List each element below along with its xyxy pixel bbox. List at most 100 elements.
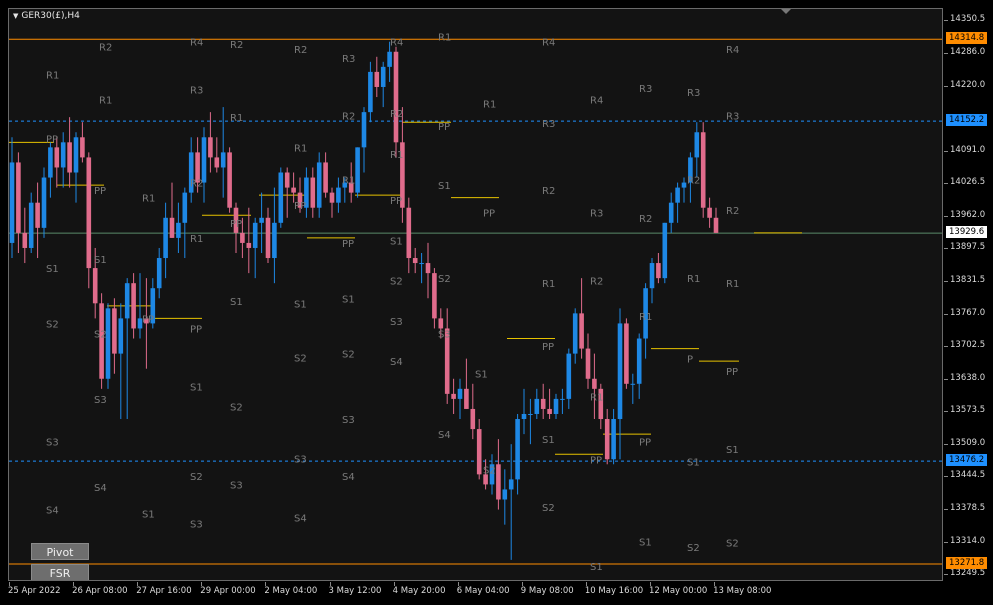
- candle-body: [617, 323, 623, 420]
- candle-body: [585, 348, 591, 379]
- pivot-level-label: S3: [390, 317, 403, 328]
- time-tick-label: 29 Apr 00:00: [200, 586, 256, 596]
- candle-body: [284, 172, 290, 188]
- price-tick-label: 14286.0: [950, 46, 986, 57]
- pivot-level-label: R4: [390, 38, 403, 49]
- pivot-level-label: R1: [190, 234, 203, 245]
- pivot-level-label: S4: [94, 483, 107, 494]
- pivot-level-label: R4: [590, 96, 603, 107]
- candle-body: [323, 162, 328, 193]
- pivot-level-label: S1: [726, 445, 739, 456]
- time-axis[interactable]: 25 Apr 2022 26 Apr 08:00 27 Apr 16:00 29 Ap…: [8, 582, 943, 602]
- pivot-level-label: S2: [46, 319, 59, 330]
- pivot-level-label: R3: [726, 112, 739, 123]
- pivot-level-label: PP: [94, 186, 106, 197]
- pivot-level-label: R1: [342, 176, 355, 187]
- price-axis[interactable]: 14350.5 14286.0 14220.0 14091.0 14026.5 13962…: [944, 8, 993, 581]
- candle-body: [28, 202, 34, 248]
- pivot-level-label: S1: [142, 510, 155, 521]
- pivot-level-label: R2: [687, 176, 700, 187]
- pivot-level-label: S2: [542, 503, 555, 514]
- pivot-level-label: R2: [190, 179, 203, 190]
- candle-body: [265, 217, 271, 259]
- pivot-level-label: S1: [438, 181, 451, 192]
- triangle-down-icon[interactable]: ▼: [13, 12, 18, 20]
- price-marker-tag: 13271.8: [946, 557, 987, 569]
- candle-body: [438, 318, 444, 329]
- candle-body: [246, 242, 252, 248]
- pivot-level-label: R3: [639, 84, 652, 95]
- price-tick-label: 13638.0: [950, 372, 986, 383]
- pivot-level-label: R4: [190, 38, 203, 49]
- pivot-level-label: R2: [230, 40, 243, 51]
- candle-body: [624, 323, 629, 384]
- candle-body: [412, 258, 418, 264]
- candle-body: [316, 162, 322, 208]
- pivot-level-label: S2: [294, 354, 307, 365]
- pivot-level-label: S4: [294, 514, 307, 525]
- pivot-button[interactable]: Pivot: [31, 543, 89, 560]
- candle-body: [310, 177, 316, 208]
- candle-body: [9, 162, 15, 243]
- candle-body: [182, 192, 188, 223]
- pivot-level-label: S3: [438, 329, 451, 340]
- pivot-level-label: S1: [230, 297, 243, 308]
- candle-body: [374, 71, 380, 87]
- candle-body: [579, 313, 584, 349]
- pivot-level-label: S1: [475, 370, 488, 381]
- candle-body: [214, 157, 220, 168]
- candle-body: [470, 408, 476, 430]
- pivot-level-label: PP: [438, 122, 450, 133]
- pivot-level-label: R3: [190, 85, 203, 96]
- candle-body: [368, 71, 373, 113]
- pivot-level-label: S3: [230, 480, 243, 491]
- price-chart-svg[interactable]: R2 R4 R2 R2 R3 R4 R1 R4 R4 R1 R3 R3 R3 R1 R4 R1 R2 R2 R1 R3…: [9, 9, 942, 580]
- candle-body: [355, 147, 360, 193]
- pivot-level-label: PP: [230, 219, 242, 230]
- chart-area[interactable]: R2 R4 R2 R2 R3 R4 R1 R4 R4 R1 R3 R3 R3 R1 R4 R1 R2 R2 R1 R3…: [8, 8, 943, 581]
- pivot-level-label: PP: [483, 209, 495, 220]
- candle-body: [393, 51, 399, 143]
- pivot-level-label: PP: [294, 201, 306, 212]
- pivot-level-label: S2: [190, 472, 203, 483]
- time-tick-label: 3 May 12:00: [328, 586, 382, 596]
- candle-body: [48, 147, 53, 178]
- time-tick-label: 25 Apr 2022: [8, 586, 61, 596]
- price-tick-mark: [944, 248, 948, 250]
- candle-body: [105, 308, 111, 379]
- candle-body: [662, 222, 668, 279]
- candle-body: [521, 413, 527, 420]
- pivot-level-label: R2: [99, 43, 112, 54]
- price-tick-mark: [944, 52, 948, 54]
- price-marker-tag: 14152.2: [946, 114, 987, 127]
- pivot-level-label: R2: [342, 112, 355, 123]
- price-tick-mark: [944, 476, 948, 478]
- price-tick-mark: [944, 85, 948, 87]
- pivot-level-label: R1: [230, 113, 243, 124]
- price-tick-mark: [944, 443, 948, 445]
- candle-body: [67, 142, 72, 173]
- pivot-level-label: PP: [639, 438, 651, 449]
- price-tick-mark: [944, 183, 948, 185]
- chart-shift-marker-icon[interactable]: [781, 9, 791, 14]
- pivot-level-label: R4: [542, 38, 555, 49]
- pivot-level-label: PP: [342, 239, 354, 250]
- pivot-level-label: R1: [390, 150, 403, 161]
- pivot-level-label: R3: [687, 88, 700, 99]
- price-tick-mark: [944, 574, 948, 576]
- candle-body: [700, 132, 706, 208]
- pivot-level-label: P: [687, 355, 693, 366]
- pivot-level-label: R2: [542, 186, 555, 197]
- pivot-level-label: S2: [726, 538, 739, 549]
- price-tick-label: 13378.5: [950, 503, 986, 514]
- symbol-timeframe-label: GER30(£),H4: [21, 11, 80, 21]
- price-tick-label: 13767.0: [950, 307, 986, 318]
- candle-body: [419, 263, 424, 265]
- pivot-level-label: R2: [726, 206, 739, 217]
- pivot-level-label: S1: [590, 562, 603, 573]
- fsr-button[interactable]: FSR: [31, 564, 89, 580]
- candle-body: [272, 222, 277, 259]
- symbol-title: ▼ GER30(£),H4: [13, 11, 80, 21]
- pivot-level-label: S4: [438, 430, 451, 441]
- time-tick-label: 12 May 00:00: [649, 586, 708, 596]
